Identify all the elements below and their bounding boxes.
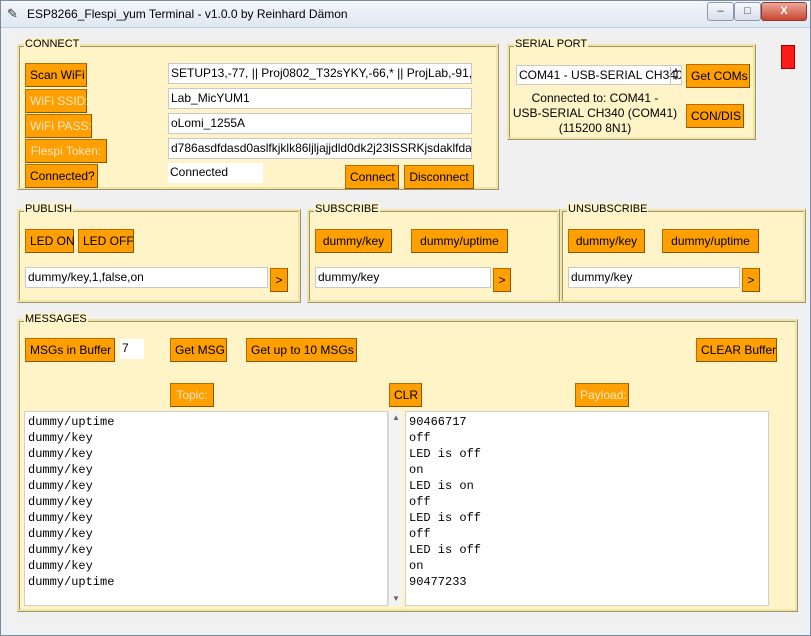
scroll-down-icon[interactable]: ▼ [389,592,403,606]
payloads-textbox[interactable]: 90466717 off LED is off on LED is on off LED i… [405,411,769,606]
topic-line: dummy/key [28,511,93,525]
payload-line: LED is off [409,511,482,525]
unsubscribe-dummy-uptime-button[interactable]: dummy/uptime [662,229,759,253]
serial-port-group-label: SERIAL PORT [514,38,589,50]
unsubscribe-group-label: UNSUBSCRIBE [567,203,649,215]
clear-buffer-button[interactable]: CLEAR Buffer [696,338,777,362]
msgs-in-buffer-button[interactable]: MSGs in Buffer [25,338,115,362]
topic-line: dummy/key [28,463,93,477]
wifi-pass-input[interactable]: oLomi_1255A [168,113,472,134]
client-area: CONNECT Scan WiFi SETUP13,-77, || Proj08… [9,31,806,631]
scan-wifi-button[interactable]: Scan WiFi [25,63,87,87]
serial-status-text: Connected to: COM41 - USB-SERIAL CH340 (… [512,91,678,136]
payload-line: 90477233 [409,575,467,589]
payload-line: on [409,559,424,573]
messages-group-label: MESSAGES [24,313,88,325]
subscribe-group-label: SUBSCRIBE [314,203,380,215]
publish-group: PUBLISH LED ON LED OFF dummy/key,1,false… [17,203,301,303]
unsubscribe-input[interactable]: dummy/key [568,267,740,288]
subscribe-input[interactable]: dummy/key [315,267,491,288]
maximize-button[interactable]: □ [734,2,761,21]
unsubscribe-dummy-key-button[interactable]: dummy/key [568,229,645,253]
payload-line: off [409,527,431,541]
close-button[interactable]: X [761,2,807,21]
connect-button[interactable]: Connect [345,165,399,189]
flespi-token-label: Flespi Token: [25,139,107,163]
disconnect-button[interactable]: Disconnect [404,165,474,189]
subscribe-send-button[interactable]: > [493,268,511,292]
publish-input[interactable]: dummy/key,1,false,on [25,267,268,288]
payload-line: LED is off [409,543,482,557]
connection-status-field: Connected [168,163,263,183]
feather-icon: ✎ [7,6,18,21]
com-port-select-value: COM41 - USB-SERIAL CH340 ( [519,68,682,82]
payload-line: on [409,463,424,477]
buffer-count-field: 7 [120,339,144,359]
topic-line: dummy/uptime [28,415,115,429]
unsubscribe-group: UNSUBSCRIBE dummy/key dummy/uptime dummy… [560,203,806,303]
topics-textbox[interactable]: dummy/uptime dummy/key dummy/key dummy/key d… [24,411,388,606]
topic-line: dummy/key [28,495,93,509]
publish-send-button[interactable]: > [270,268,288,292]
get-up-to-10-msgs-button[interactable]: Get up to 10 MSGs [246,338,357,362]
scan-result-field[interactable]: SETUP13,-77, || Proj0802_T32sYKY,-66,* |… [168,63,472,84]
topic-line: dummy/key [28,431,93,445]
topic-line: dummy/key [28,527,93,541]
topic-line: dummy/key [28,559,93,573]
com-port-select[interactable]: COM41 - USB-SERIAL CH340 ( ▲ ▼ [516,65,682,85]
topics-list: dummy/uptime dummy/key dummy/key dummy/key d… [28,414,384,590]
title-bar: ✎ ESP8266_Flespi_yum Terminal - v1.0.0 b… [1,1,810,28]
connect-group-label: CONNECT [24,38,81,50]
publish-group-label: PUBLISH [24,203,74,215]
topic-line: dummy/key [28,479,93,493]
connect-group: CONNECT Scan WiFi SETUP13,-77, || Proj08… [17,38,499,190]
connection-indicator [781,45,795,69]
payload-label: Payload: [575,383,629,407]
window-title: ESP8266_Flespi_yum Terminal - v1.0.0 by … [27,7,348,21]
minimize-button[interactable]: – [707,2,734,21]
spinner-arrows-icon[interactable]: ▲ ▼ [670,67,681,84]
messages-group: MESSAGES MSGs in Buffer 7 Get MSG Get up… [17,313,798,612]
con-dis-button[interactable]: CON/DIS [686,104,744,128]
scroll-up-icon[interactable]: ▲ [389,411,403,425]
unsubscribe-send-button[interactable]: > [742,268,760,292]
topic-line: dummy/uptime [28,575,115,589]
payload-line: off [409,495,431,509]
payloads-list: 90466717 off LED is off on LED is on off LED i… [409,414,765,590]
payload-line: LED is on [409,479,474,493]
topics-scrollbar[interactable]: ▲ ▼ [388,411,402,606]
subscribe-dummy-uptime-button[interactable]: dummy/uptime [411,229,508,253]
serial-status-line3: (115200 8N1) [558,121,632,135]
led-on-button[interactable]: LED ON [25,229,75,253]
serial-port-group: SERIAL PORT COM41 - USB-SERIAL CH340 ( ▲… [507,38,756,140]
topic-line: dummy/key [28,447,93,461]
flespi-token-input[interactable]: d786asdfdasd0aslfkjklk86ljljajjdld0dk2j2… [168,138,472,159]
connected-check-button[interactable]: Connected? [25,164,98,188]
topic-label: Topic: [170,383,214,407]
led-off-button[interactable]: LED OFF [78,229,134,253]
payload-line: 90466717 [409,415,467,429]
app-window: ✎ ESP8266_Flespi_yum Terminal - v1.0.0 b… [0,0,811,636]
serial-status-line1: Connected to: COM41 - [531,91,659,105]
payload-line: LED is off [409,447,482,461]
serial-status-line2: USB-SERIAL CH340 (COM41) [512,106,678,120]
get-msg-button[interactable]: Get MSG [170,338,227,362]
subscribe-group: SUBSCRIBE dummy/key dummy/uptime dummy/k… [307,203,560,303]
payload-line: off [409,431,431,445]
wifi-pass-label: WiFi PASS: [25,114,92,138]
wifi-ssid-label: WiFi SSID: [25,89,89,113]
subscribe-dummy-key-button[interactable]: dummy/key [315,229,392,253]
get-coms-button[interactable]: Get COMs [686,64,750,88]
clr-button[interactable]: CLR [389,383,422,407]
topic-line: dummy/key [28,543,93,557]
wifi-ssid-input[interactable]: Lab_MicYUM1 [168,88,472,109]
